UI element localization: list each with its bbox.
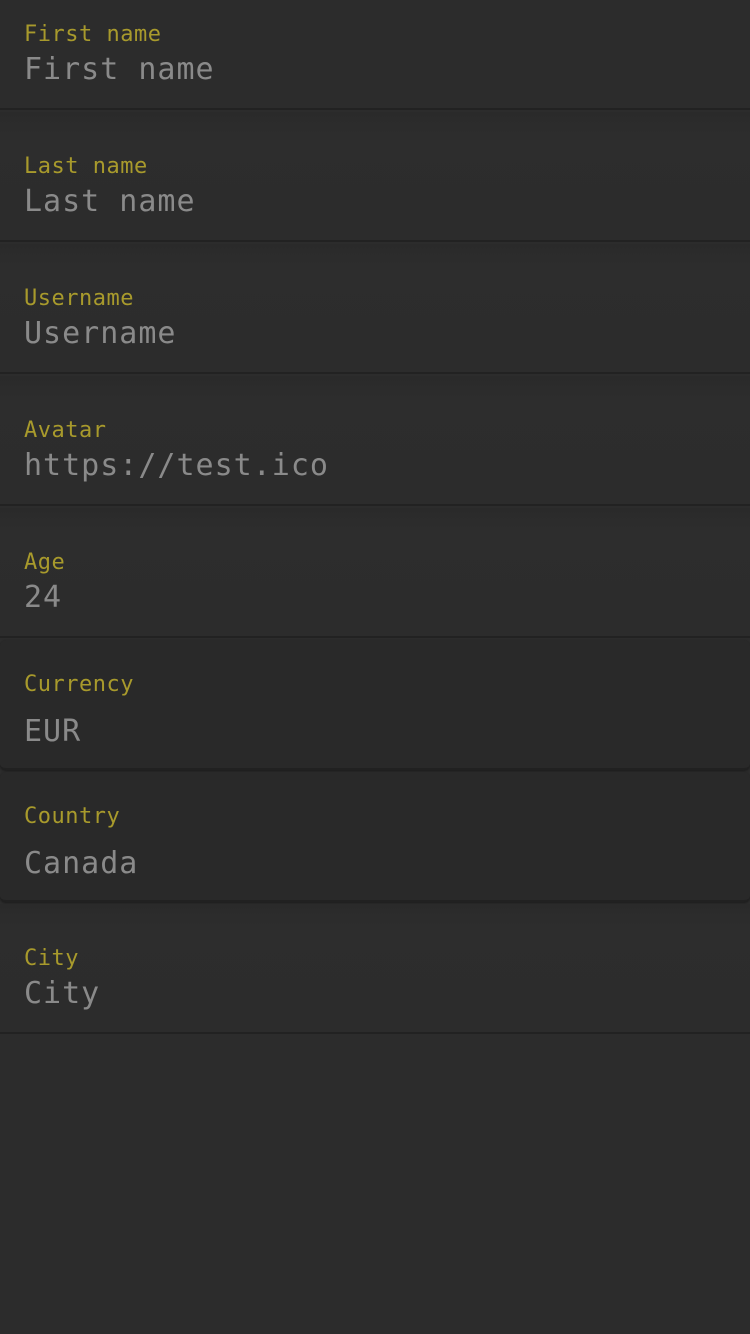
currency-field[interactable]: Currency EUR (0, 640, 750, 770)
last-name-input[interactable]: Last name (24, 184, 724, 219)
city-label: City (24, 946, 79, 971)
profile-form: First name First name Last name Last nam… (0, 0, 750, 1330)
last-name-label: Last name (24, 154, 148, 179)
age-field[interactable]: Age 24 (0, 508, 750, 638)
age-input[interactable]: 24 (24, 580, 724, 615)
first-name-label: First name (24, 22, 162, 47)
currency-label: Currency (24, 672, 134, 697)
first-name-input[interactable]: First name (24, 52, 724, 87)
username-input[interactable]: Username (24, 316, 724, 351)
age-label: Age (24, 550, 66, 575)
city-field[interactable]: City City (0, 904, 750, 1034)
currency-value[interactable]: EUR (24, 714, 724, 749)
username-field[interactable]: Username Username (0, 244, 750, 374)
currency-select[interactable]: Currency EUR (0, 660, 750, 768)
last-name-field[interactable]: Last name Last name (0, 112, 750, 242)
avatar-input[interactable]: https://test.ico (24, 448, 724, 483)
country-field[interactable]: Country Canada (0, 772, 750, 902)
avatar-field[interactable]: Avatar https://test.ico (0, 376, 750, 506)
avatar-label: Avatar (24, 418, 107, 443)
country-value[interactable]: Canada (24, 846, 724, 881)
first-name-field[interactable]: First name First name (0, 0, 750, 110)
city-input[interactable]: City (24, 976, 724, 1011)
country-select[interactable]: Country Canada (0, 792, 750, 900)
empty-area (0, 1034, 750, 1330)
username-label: Username (24, 286, 134, 311)
country-label: Country (24, 804, 121, 829)
